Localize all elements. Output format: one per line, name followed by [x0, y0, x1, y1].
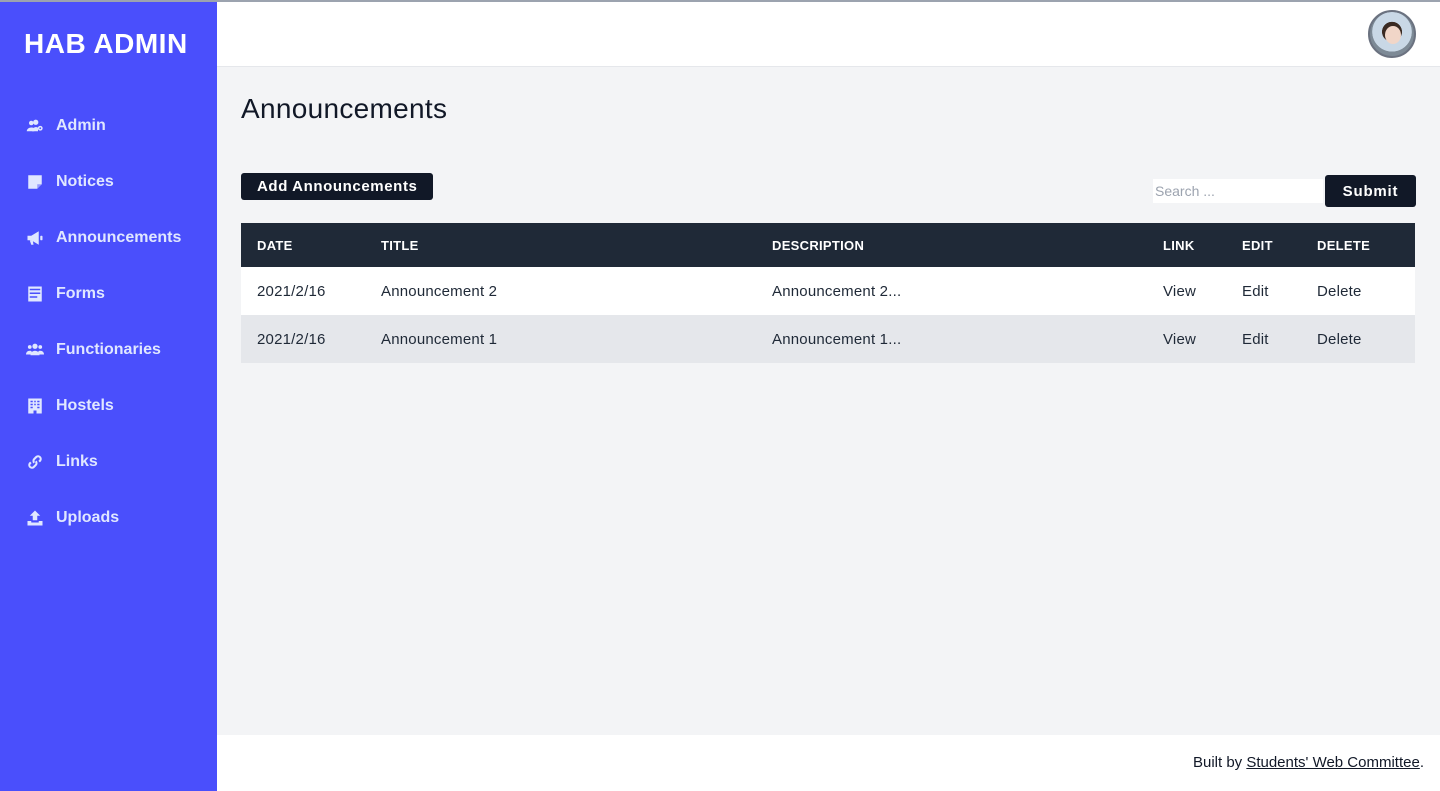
- sidebar-item-label: Forms: [56, 285, 105, 302]
- column-header-title: TITLE: [365, 223, 756, 267]
- sidebar-item-notices[interactable]: Notices: [0, 154, 217, 210]
- view-link[interactable]: View: [1147, 267, 1226, 315]
- sidebar-item-label: Links: [56, 453, 98, 470]
- cell-description: Announcement 2...: [756, 267, 1147, 315]
- sidebar-nav: Admin Notices Announcements Forms Functi…: [0, 98, 217, 546]
- footer-committee-link[interactable]: Students' Web Committee: [1246, 754, 1420, 771]
- column-header-date: DATE: [241, 223, 365, 267]
- sidebar-item-label: Announcements: [56, 229, 182, 246]
- top-header: [217, 2, 1440, 67]
- column-header-edit: EDIT: [1226, 223, 1301, 267]
- sidebar: HAB ADMIN Admin Notices Announcements Fo…: [0, 2, 217, 791]
- cell-description: Announcement 1...: [756, 315, 1147, 363]
- sidebar-item-functionaries[interactable]: Functionaries: [0, 322, 217, 378]
- table-header-row: DATE TITLE DESCRIPTION LINK EDIT DELETE: [241, 223, 1415, 267]
- column-header-delete: DELETE: [1301, 223, 1415, 267]
- search-input[interactable]: [1153, 179, 1323, 203]
- sidebar-item-label: Hostels: [56, 397, 114, 414]
- view-link[interactable]: View: [1147, 315, 1226, 363]
- delete-link[interactable]: Delete: [1301, 315, 1415, 363]
- sidebar-item-hostels[interactable]: Hostels: [0, 378, 217, 434]
- table-row: 2021/2/16 Announcement 1 Announcement 1.…: [241, 315, 1415, 363]
- page-title: Announcements: [241, 93, 448, 124]
- column-header-link: LINK: [1147, 223, 1226, 267]
- users-icon: [24, 340, 46, 360]
- add-announcements-button[interactable]: Add Announcements: [241, 173, 434, 200]
- footer-prefix: Built by: [1192, 754, 1247, 771]
- delete-link[interactable]: Delete: [1301, 267, 1415, 315]
- column-header-description: DESCRIPTION: [756, 223, 1147, 267]
- upload-icon: [24, 508, 46, 528]
- link-icon: [24, 452, 46, 472]
- avatar[interactable]: [1368, 10, 1416, 58]
- cell-date: 2021/2/16: [241, 315, 365, 363]
- edit-link[interactable]: Edit: [1226, 267, 1301, 315]
- form-icon: [24, 284, 46, 304]
- submit-button[interactable]: Submit: [1325, 175, 1416, 207]
- sticky-note-icon: [24, 172, 46, 192]
- sidebar-item-admin[interactable]: Admin: [0, 98, 217, 154]
- edit-link[interactable]: Edit: [1226, 315, 1301, 363]
- cell-title: Announcement 2: [365, 267, 756, 315]
- sidebar-item-label: Notices: [56, 173, 114, 190]
- avatar-face: [1385, 26, 1401, 44]
- building-icon: [24, 396, 46, 416]
- footer: Built by Students' Web Committee.: [217, 735, 1440, 791]
- cell-title: Announcement 1: [365, 315, 756, 363]
- table-row: 2021/2/16 Announcement 2 Announcement 2.…: [241, 267, 1415, 315]
- announcements-table: DATE TITLE DESCRIPTION LINK EDIT DELETE …: [241, 223, 1415, 363]
- sidebar-item-label: Uploads: [56, 509, 120, 526]
- sidebar-item-forms[interactable]: Forms: [0, 266, 217, 322]
- sidebar-item-label: Functionaries: [56, 341, 161, 358]
- megaphone-icon: [24, 228, 46, 248]
- footer-credit: Built by Students' Web Committee.: [1193, 754, 1424, 771]
- footer-suffix: .: [1419, 754, 1424, 771]
- sidebar-item-links[interactable]: Links: [0, 434, 217, 490]
- users-cog-icon: [24, 116, 46, 136]
- main-content: Announcements Add Announcements Submit D…: [217, 67, 1440, 735]
- cell-date: 2021/2/16: [241, 267, 365, 315]
- sidebar-item-label: Admin: [56, 117, 106, 134]
- sidebar-item-announcements[interactable]: Announcements: [0, 210, 217, 266]
- sidebar-item-uploads[interactable]: Uploads: [0, 490, 217, 546]
- brand-title: HAB ADMIN: [24, 28, 188, 59]
